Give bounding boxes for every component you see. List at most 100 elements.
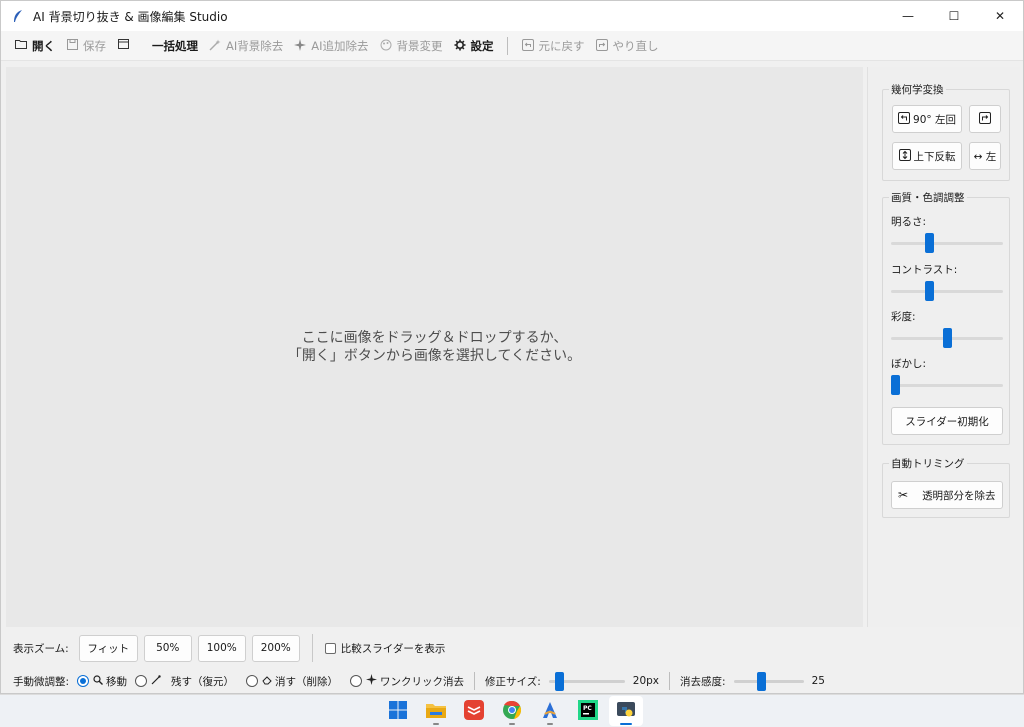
- taskbar-python-app[interactable]: [609, 696, 643, 726]
- brightness-slider-thumb[interactable]: [924, 233, 934, 253]
- contrast-slider-thumb[interactable]: [924, 281, 934, 301]
- taskbar-pycharm[interactable]: PC: [571, 696, 605, 726]
- zoom-200-button[interactable]: 200%: [251, 634, 300, 662]
- ai-remove-bg-button[interactable]: AI背景除去: [203, 34, 288, 58]
- zoom-divider: [311, 634, 313, 662]
- mode-erase-label[interactable]: 消す（削除）: [275, 674, 338, 689]
- redo-label: やり直し: [612, 38, 659, 53]
- gear-icon: [453, 39, 467, 53]
- running-indicator: [547, 723, 553, 725]
- blur-slider-thumb[interactable]: [891, 375, 900, 395]
- taskbar-file-explorer[interactable]: [419, 696, 453, 726]
- magnifier-icon: [93, 674, 104, 688]
- folder-icon: [14, 39, 28, 53]
- sensitivity-label: 消去感度:: [680, 675, 726, 688]
- zoom-row: 表示ズーム: フィット 50% 100% 200% 比較スライダーを表示: [13, 634, 445, 662]
- change-bg-button[interactable]: 背景変更: [374, 34, 448, 58]
- mode-keep-radio[interactable]: [135, 675, 148, 687]
- brightness-label: 明るさ:: [891, 216, 927, 228]
- image-canvas-dropzone[interactable]: ここに画像をドラッグ＆ドロップするか、 「開く」ボタンから画像を選択してください…: [6, 67, 863, 627]
- settings-button[interactable]: 設定: [448, 34, 499, 58]
- ai-extra-remove-button[interactable]: AI追加除去: [288, 34, 373, 58]
- taskbar-todoist[interactable]: [457, 696, 491, 726]
- save-label: 保存: [83, 38, 106, 53]
- open-button[interactable]: 開く: [9, 34, 60, 58]
- settings-label: 設定: [470, 38, 494, 53]
- rotate-left-label: 90° 左回: [913, 113, 956, 126]
- undo-button[interactable]: 元に戻す: [516, 34, 590, 58]
- batch-button[interactable]: 一括処理: [147, 34, 203, 58]
- dropzone-hint-line1: ここに画像をドラッグ＆ドロップするか、: [301, 330, 568, 346]
- os-taskbar: PC: [0, 694, 1024, 727]
- contrast-slider[interactable]: [891, 281, 1003, 301]
- compare-slider-checkbox[interactable]: [324, 642, 336, 654]
- brush-size-label: 修正サイズ:: [485, 675, 541, 688]
- brush-size-slider-thumb[interactable]: [555, 671, 565, 691]
- trim-transparent-button[interactable]: ✂ 透明部分を除去: [891, 481, 1003, 509]
- brush-icon: [151, 674, 161, 688]
- flip-vertical-label: 上下反転: [913, 150, 956, 163]
- zoom-fit-button[interactable]: フィット: [78, 634, 138, 662]
- zoom-100-button[interactable]: 100%: [197, 634, 246, 662]
- mode-oneclick-label[interactable]: ワンクリック消去: [380, 674, 464, 689]
- rotate-left-icon: [898, 111, 911, 127]
- brightness-slider[interactable]: [891, 233, 1003, 253]
- save-as-button[interactable]: [111, 34, 139, 58]
- maximize-icon: ☐: [948, 9, 960, 23]
- color-adjust-group-title: 画質・色調調整: [889, 190, 967, 205]
- rotate-right-button[interactable]: [969, 105, 1001, 133]
- maximize-button[interactable]: ☐: [931, 1, 977, 31]
- dropzone-hint: ここに画像をドラッグ＆ドロップするか、 「開く」ボタンから画像を選択してください…: [288, 329, 581, 365]
- geometry-group-title: 幾何学変換: [889, 82, 946, 97]
- open-label: 開く: [32, 38, 55, 53]
- contrast-label: コントラスト:: [891, 264, 958, 276]
- taskbar-chrome[interactable]: [495, 696, 529, 726]
- mode-move-label[interactable]: 移動: [106, 674, 127, 689]
- mode-erase-radio[interactable]: [246, 675, 259, 687]
- save-button[interactable]: 保存: [60, 34, 111, 58]
- close-button[interactable]: ✕: [977, 1, 1023, 31]
- taskbar-arc-app[interactable]: [533, 696, 567, 726]
- change-bg-label: 背景変更: [396, 38, 443, 53]
- title-bar: AI 背景切り抜き & 画像編集 Studio — ☐ ✕: [1, 1, 1023, 31]
- python-icon: [616, 700, 636, 723]
- eraser-icon: [262, 675, 272, 688]
- mode-oneclick-radio[interactable]: [350, 675, 363, 687]
- brush-size-slider[interactable]: [548, 671, 625, 691]
- toolbar-divider: [506, 36, 508, 55]
- running-indicator: [509, 723, 515, 725]
- dropzone-hint-line2: 「開く」ボタンから画像を選択してください。: [287, 348, 582, 364]
- chrome-icon: [502, 700, 522, 723]
- feather-app-icon: [11, 9, 25, 23]
- arc-app-icon: [540, 700, 560, 723]
- minimize-button[interactable]: —: [885, 1, 931, 31]
- mode-move-radio[interactable]: [77, 675, 90, 687]
- redo-icon: [595, 38, 609, 53]
- flip-horizontal-button[interactable]: ↔ 左: [969, 142, 1001, 170]
- redo-button[interactable]: やり直し: [590, 34, 664, 58]
- rotate-left-button[interactable]: 90° 左回: [892, 105, 962, 133]
- window-controls: — ☐ ✕: [885, 1, 1023, 31]
- reset-sliders-button[interactable]: スライダー初期化: [891, 407, 1003, 435]
- sensitivity-slider-thumb[interactable]: [756, 671, 766, 691]
- magic-wand-icon: [208, 39, 222, 53]
- windows-logo-icon: [389, 700, 407, 722]
- compare-slider-label: 比較スライダーを表示: [340, 642, 446, 655]
- saturation-slider-thumb[interactable]: [942, 328, 952, 348]
- bottom-bar: 表示ズーム: フィット 50% 100% 200% 比較スライダーを表示 手動微…: [1, 629, 1023, 695]
- pycharm-icon: PC: [578, 699, 598, 723]
- color-adjust-group: 画質・色調調整 明るさ: コントラスト: 彩度: ぼかし: スライダー初期化: [882, 190, 1010, 445]
- flip-vertical-button[interactable]: 上下反転: [892, 142, 962, 170]
- blur-label: ぼかし:: [891, 358, 927, 370]
- palette-icon: [379, 39, 393, 53]
- sensitivity-slider[interactable]: [733, 671, 804, 691]
- saturation-slider[interactable]: [891, 328, 1003, 348]
- ai-extra-remove-label: AI追加除去: [311, 38, 369, 53]
- compare-slider-toggle[interactable]: 比較スライダーを表示: [324, 641, 446, 656]
- geometry-group: 幾何学変換 90° 左回 上下反転 ↔ 左: [882, 82, 1010, 181]
- active-indicator: [620, 723, 632, 725]
- blur-slider[interactable]: [891, 375, 1003, 395]
- taskbar-start-button[interactable]: [381, 696, 415, 726]
- mode-keep-label[interactable]: 残す（復元）: [171, 674, 234, 689]
- zoom-50-button[interactable]: 50%: [143, 634, 192, 662]
